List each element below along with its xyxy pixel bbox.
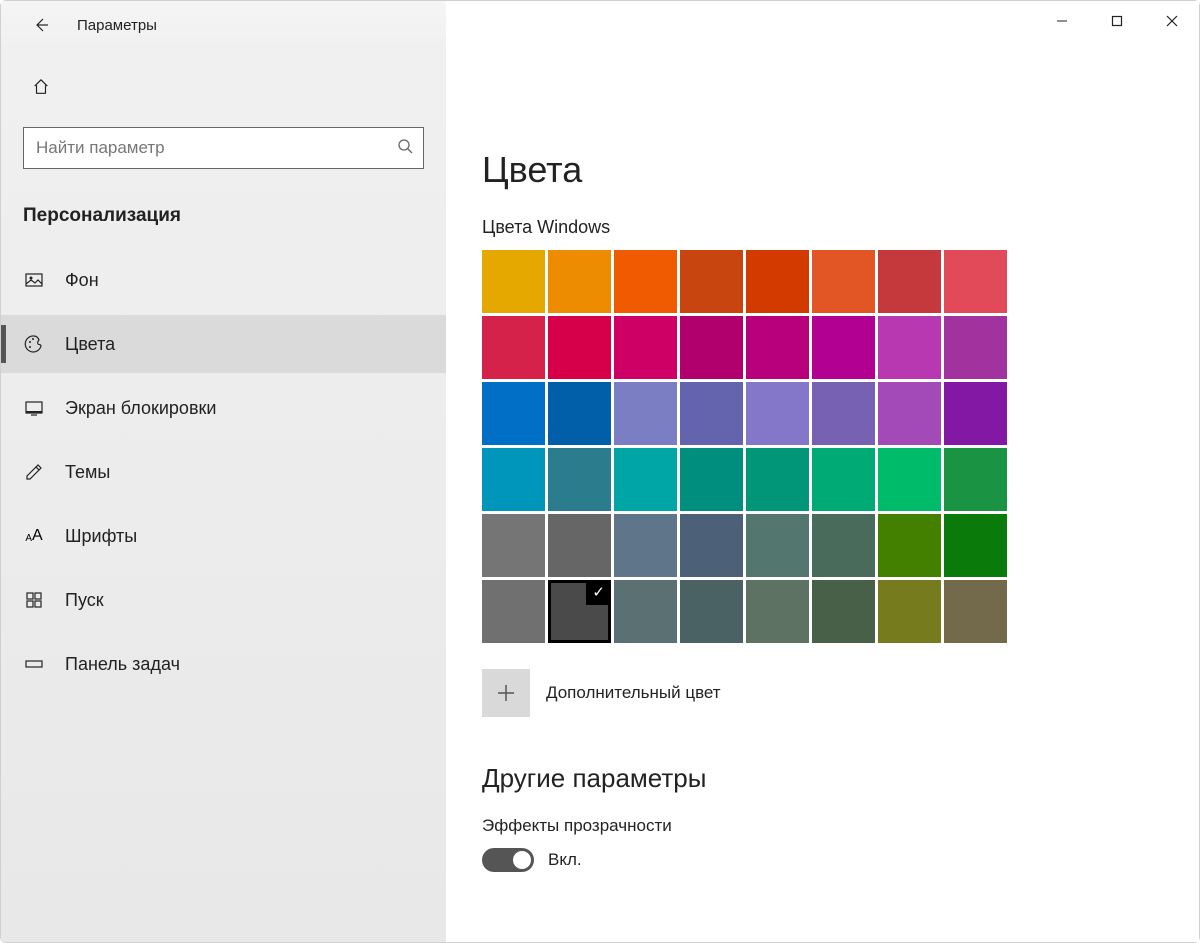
minimize-button[interactable] — [1034, 1, 1089, 41]
transparency-label: Эффекты прозрачности — [482, 816, 1199, 836]
color-swatch[interactable] — [482, 448, 545, 511]
content-area: Цвета Цвета Windows ✓ Дополнительный цве… — [446, 49, 1199, 942]
sidebar-item-label: Темы — [65, 462, 110, 483]
start-icon — [23, 589, 45, 611]
color-swatch[interactable] — [812, 316, 875, 379]
sidebar-item-taskbar[interactable]: Панель задач — [1, 635, 446, 693]
color-swatch[interactable] — [944, 448, 1007, 511]
color-swatch[interactable] — [944, 580, 1007, 643]
color-swatch[interactable] — [482, 382, 545, 445]
back-button[interactable] — [23, 7, 59, 43]
color-swatch[interactable] — [548, 250, 611, 313]
color-swatch[interactable] — [482, 580, 545, 643]
color-swatch[interactable] — [680, 448, 743, 511]
color-swatch[interactable] — [680, 580, 743, 643]
image-icon — [23, 269, 45, 291]
color-swatch[interactable] — [614, 448, 677, 511]
custom-color-button[interactable]: Дополнительный цвет — [482, 669, 1199, 717]
check-icon: ✓ — [592, 585, 605, 600]
search-icon — [397, 138, 413, 159]
color-swatch[interactable] — [878, 382, 941, 445]
transparency-state: Вкл. — [548, 850, 582, 870]
fonts-icon: AA — [23, 525, 45, 547]
color-swatch[interactable] — [746, 580, 809, 643]
color-swatch[interactable] — [680, 250, 743, 313]
color-swatch[interactable] — [812, 580, 875, 643]
color-grid: ✓ — [482, 250, 1007, 643]
sidebar-item-palette[interactable]: Цвета — [1, 315, 446, 373]
sidebar-item-label: Панель задач — [65, 654, 180, 675]
plus-icon — [482, 669, 530, 717]
color-swatch[interactable] — [680, 382, 743, 445]
sidebar-item-fonts[interactable]: AA Шрифты — [1, 507, 446, 565]
color-swatch[interactable] — [614, 580, 677, 643]
color-swatch[interactable] — [878, 580, 941, 643]
color-swatch[interactable] — [614, 316, 677, 379]
color-swatch[interactable] — [614, 382, 677, 445]
transparency-toggle[interactable] — [482, 848, 534, 872]
more-options-title: Другие параметры — [482, 763, 1199, 794]
color-swatch[interactable] — [944, 250, 1007, 313]
custom-color-label: Дополнительный цвет — [546, 683, 721, 703]
sidebar-item-image[interactable]: Фон — [1, 251, 446, 309]
color-swatch[interactable] — [878, 316, 941, 379]
home-button[interactable] — [23, 69, 59, 105]
color-swatch[interactable] — [548, 382, 611, 445]
color-swatch[interactable] — [944, 382, 1007, 445]
close-button[interactable] — [1144, 1, 1199, 41]
color-swatch[interactable] — [548, 316, 611, 379]
color-swatch[interactable] — [812, 448, 875, 511]
color-swatch[interactable] — [878, 250, 941, 313]
color-swatch[interactable] — [746, 514, 809, 577]
color-swatch[interactable] — [944, 316, 1007, 379]
sidebar-item-label: Цвета — [65, 334, 115, 355]
sidebar-item-lock-screen[interactable]: Экран блокировки — [1, 379, 446, 437]
search-box[interactable] — [23, 127, 424, 169]
sidebar-item-label: Пуск — [65, 590, 104, 611]
search-input[interactable] — [36, 138, 397, 158]
color-swatch[interactable] — [548, 448, 611, 511]
color-swatch[interactable] — [746, 250, 809, 313]
color-swatch[interactable] — [812, 250, 875, 313]
sidebar-item-label: Шрифты — [65, 526, 137, 547]
maximize-button[interactable] — [1089, 1, 1144, 41]
color-swatch[interactable] — [746, 382, 809, 445]
section-header: Персонализация — [1, 197, 446, 251]
color-swatch[interactable] — [812, 514, 875, 577]
color-swatch[interactable] — [944, 514, 1007, 577]
color-swatch[interactable] — [680, 316, 743, 379]
color-swatch[interactable] — [482, 316, 545, 379]
color-swatch[interactable] — [548, 514, 611, 577]
color-swatch[interactable] — [482, 250, 545, 313]
color-swatch[interactable]: ✓ — [548, 580, 611, 643]
sidebar-item-themes[interactable]: Темы — [1, 443, 446, 501]
color-swatch[interactable] — [680, 514, 743, 577]
taskbar-icon — [23, 653, 45, 675]
lock-screen-icon — [23, 397, 45, 419]
titlebar: Параметры — [1, 1, 1199, 49]
sidebar-item-start[interactable]: Пуск — [1, 571, 446, 629]
page-title: Цвета — [482, 149, 1199, 191]
palette-icon — [23, 333, 45, 355]
themes-icon — [23, 461, 45, 483]
color-swatch[interactable] — [746, 316, 809, 379]
sidebar: Персонализация Фон Цвета Экран блокировки Т… — [1, 49, 446, 942]
color-swatch[interactable] — [878, 514, 941, 577]
windows-colors-label: Цвета Windows — [482, 217, 1199, 238]
sidebar-item-label: Экран блокировки — [65, 398, 216, 419]
color-swatch[interactable] — [614, 250, 677, 313]
color-swatch[interactable] — [878, 448, 941, 511]
color-swatch[interactable] — [812, 382, 875, 445]
sidebar-item-label: Фон — [65, 270, 99, 291]
color-swatch[interactable] — [482, 514, 545, 577]
window-title: Параметры — [77, 17, 157, 34]
color-swatch[interactable] — [746, 448, 809, 511]
color-swatch[interactable] — [614, 514, 677, 577]
